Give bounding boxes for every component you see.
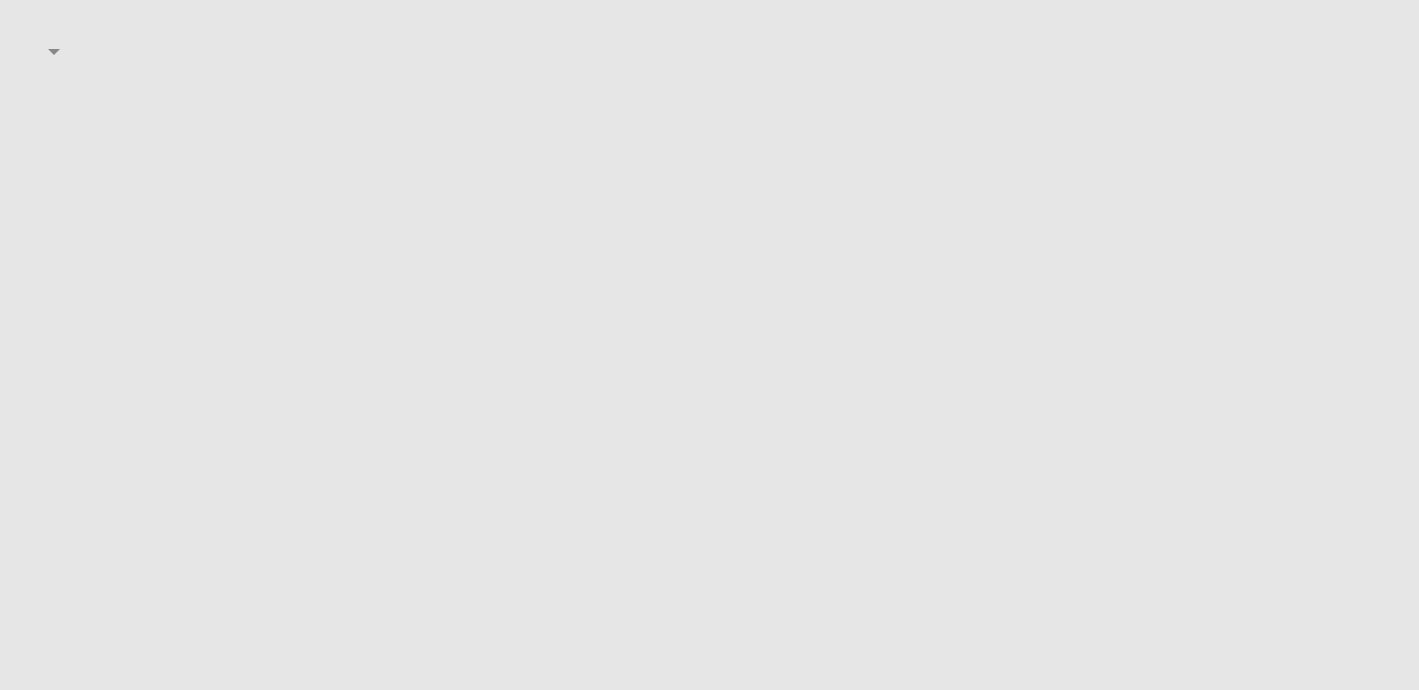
timeline-header [0, 0, 1419, 56]
scroll-caret-icon[interactable] [48, 49, 60, 55]
